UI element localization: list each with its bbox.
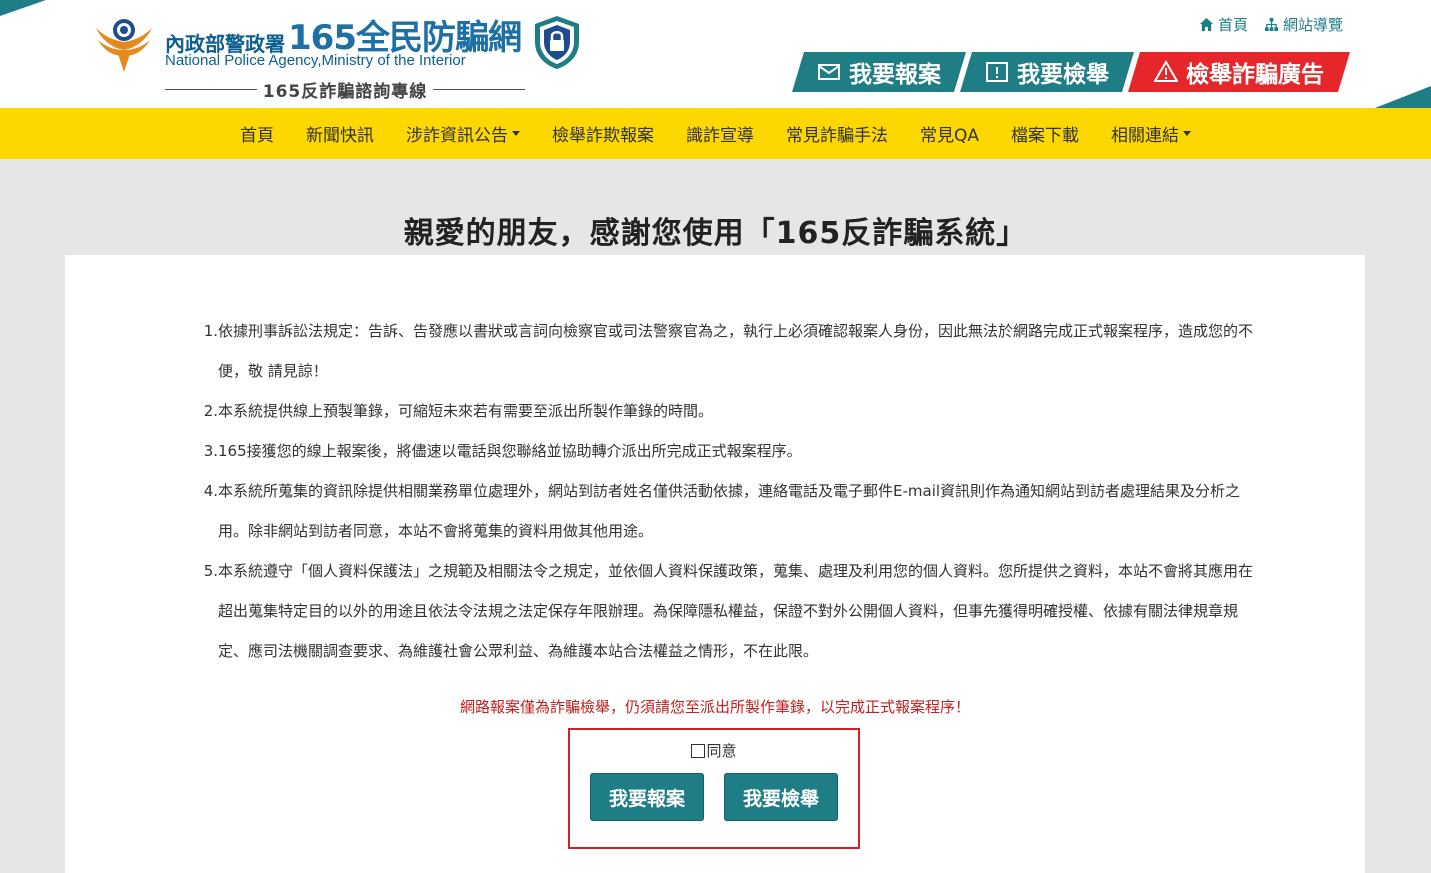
divider <box>433 88 525 90</box>
top-link-home[interactable]: 首頁 <box>1199 14 1248 35</box>
agree-panel: 同意 我要報案 我要檢舉 <box>568 728 860 849</box>
caret-down-icon <box>511 131 520 136</box>
nav-item-awareness[interactable]: 識詐宣導 <box>670 121 770 146</box>
list-item: 3. 165接獲您的線上報案後，將儘速以電話與您聯絡並協助轉介派出所完成正式報案程… <box>200 431 1262 471</box>
header-tip-label: 我要檢舉 <box>1017 62 1109 88</box>
nav-item-label: 常見詐騙手法 <box>785 126 888 146</box>
list-number: 5. <box>203 562 218 580</box>
header-report-label: 我要報案 <box>849 62 941 88</box>
list-item: 5. 本系統遵守「個人資料保護法」之規範及相關法令之規定，並依個人資料保護政策，蒐… <box>200 551 1262 671</box>
agency-name-en: National Police Agency,Ministry of the I… <box>165 52 466 69</box>
nav-item-label: 新聞快訊 <box>305 126 374 146</box>
exclamation-box-icon <box>985 60 1009 84</box>
terms-list: 1. 依據刑事訴訟法規定：告訴、告發應以書狀或言詞向檢察官或司法警察官為之，執行上… <box>200 311 1262 671</box>
list-item: 4. 本系統所蒐集的資訊除提供相關業務單位處理外，網站到訪者姓名僅供活動依據，連絡… <box>200 471 1262 551</box>
nav-item-report-fraud[interactable]: 檢舉詐欺報案 <box>536 121 670 146</box>
header-report-button[interactable]: 我要報案 <box>792 52 966 92</box>
police-emblem-icon <box>96 19 152 72</box>
site-header: 內政部警政署 165全民防騙網 National Police Agency,M… <box>0 0 1431 108</box>
agree-checkbox-label[interactable]: 同意 <box>570 740 858 761</box>
agree-label: 同意 <box>706 742 737 760</box>
top-links: 首頁 網站導覽 <box>1199 14 1343 35</box>
agree-checkbox[interactable] <box>691 743 706 758</box>
header-report-ad-label: 檢舉詐騙廣告 <box>1186 62 1324 88</box>
nav-item-home[interactable]: 首頁 <box>224 121 290 146</box>
caret-down-icon <box>1183 131 1191 136</box>
list-item: 2. 本系統提供線上預製筆錄，可縮短未來若有需要至派出所製作筆錄的時間。 <box>200 391 1262 431</box>
list-number: 4. <box>203 482 218 500</box>
list-text: 本系統提供線上預製筆錄，可縮短未來若有需要至派出所製作筆錄的時間。 <box>218 402 714 420</box>
nav-item-label: 涉詐資訊公告 <box>405 126 508 146</box>
top-link-label: 網站導覽 <box>1282 16 1343 34</box>
nav-item-news[interactable]: 新聞快訊 <box>290 121 390 146</box>
nav-item-common-scams[interactable]: 常見詐騙手法 <box>770 121 904 146</box>
nav-item-label: 檢舉詐欺報案 <box>551 126 654 146</box>
list-number: 1. <box>203 322 218 340</box>
header-tip-button[interactable]: 我要檢舉 <box>960 52 1134 92</box>
list-text: 本系統所蒐集的資訊除提供相關業務單位處理外，網站到訪者姓名僅供活動依據，連絡電話… <box>218 482 1241 540</box>
list-text: 依據刑事訴訟法規定：告訴、告發應以書狀或言詞向檢察官或司法警察官為之，執行上必須… <box>218 322 1254 380</box>
hotline-tagline: 165反詐騙諮詢專線 <box>165 78 525 102</box>
corner-decoration <box>1375 86 1431 108</box>
nav-item-label: 檔案下載 <box>1011 126 1079 146</box>
home-icon <box>1199 17 1214 32</box>
tip-button[interactable]: 我要檢舉 <box>724 773 838 821</box>
list-number: 3. <box>203 442 218 460</box>
warning-triangle-icon <box>1154 60 1178 84</box>
list-number: 2. <box>203 402 218 420</box>
page-title: 親愛的朋友，感謝您使用「165反詐騙系統」 <box>403 216 1028 251</box>
header-report-ad-button[interactable]: 檢舉詐騙廣告 <box>1128 52 1350 92</box>
divider <box>165 88 257 90</box>
top-link-label: 首頁 <box>1217 16 1248 34</box>
nav-item-downloads[interactable]: 檔案下載 <box>995 121 1095 146</box>
hotline-text: 165反詐騙諮詢專線 <box>262 81 428 102</box>
nav-item-label: 常見QA <box>919 126 979 146</box>
list-item: 1. 依據刑事訴訟法規定：告訴、告發應以書狀或言詞向檢察官或司法警察官為之，執行上… <box>200 311 1262 391</box>
nav-item-fraud-announcements[interactable]: 涉詐資訊公告 <box>390 121 536 146</box>
nav-item-label: 首頁 <box>239 126 274 146</box>
shield-lock-icon <box>535 16 579 69</box>
list-text: 165接獲您的線上報案後，將儘速以電話與您聯絡並協助轉介派出所完成正式報案程序。 <box>218 442 802 460</box>
main-nav: 首頁 新聞快訊 涉詐資訊公告 檢舉詐欺報案 識詐宣導 常見詐騙手法 常見QA 檔… <box>0 108 1431 159</box>
nav-item-related-links[interactable]: 相關連結 <box>1095 121 1207 146</box>
terms-card: 1. 依據刑事訴訟法規定：告訴、告發應以書狀或言詞向檢察官或司法警察官為之，執行上… <box>65 255 1365 873</box>
envelope-icon <box>817 60 841 84</box>
top-link-sitemap[interactable]: 網站導覽 <box>1264 14 1343 35</box>
site-logo[interactable]: 內政部警政署 165全民防騙網 National Police Agency,M… <box>92 8 592 104</box>
nav-item-label: 相關連結 <box>1111 126 1179 146</box>
sitemap-icon <box>1264 17 1279 32</box>
warning-text: 網路報案僅為詐騙檢舉，仍須請您至派出所製作筆錄，以完成正式報案程序！ <box>459 698 970 716</box>
nav-item-faq[interactable]: 常見QA <box>904 121 995 146</box>
list-text: 本系統遵守「個人資料保護法」之規範及相關法令之規定，並依個人資料保護政策，蒐集、… <box>218 562 1254 660</box>
nav-item-label: 識詐宣導 <box>685 126 754 146</box>
report-button[interactable]: 我要報案 <box>590 773 704 821</box>
corner-decoration <box>0 0 46 16</box>
